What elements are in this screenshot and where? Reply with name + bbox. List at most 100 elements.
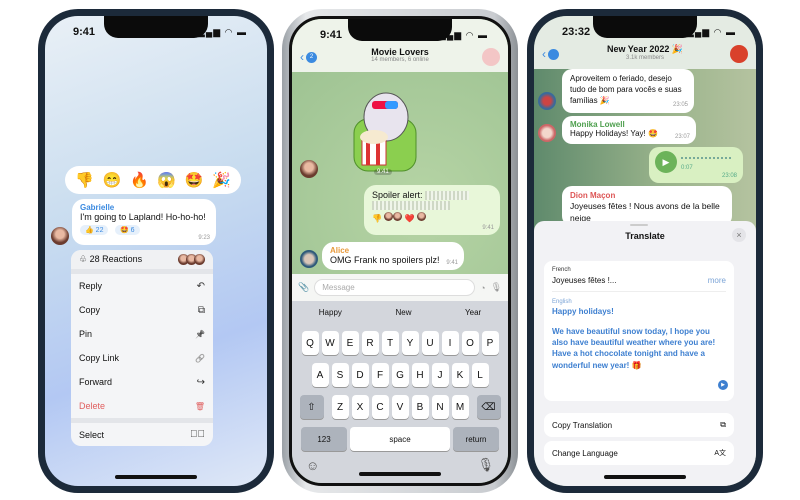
- group-avatar[interactable]: [730, 45, 748, 63]
- space-key[interactable]: space: [350, 427, 450, 451]
- suggestion[interactable]: New: [395, 308, 411, 317]
- key-v[interactable]: V: [391, 395, 409, 419]
- key-z[interactable]: Z: [331, 395, 349, 419]
- reaction-option[interactable]: 🔥: [130, 171, 149, 189]
- key-w[interactable]: W: [321, 331, 339, 355]
- avatar[interactable]: [300, 160, 318, 178]
- key-j[interactable]: J: [431, 363, 449, 387]
- key-p[interactable]: P: [481, 331, 499, 355]
- menu-item-delete[interactable]: Delete 🗑: [71, 394, 213, 418]
- key-c[interactable]: C: [371, 395, 389, 419]
- key-b[interactable]: B: [411, 395, 429, 419]
- avatar[interactable]: [538, 124, 556, 142]
- play-translation-icon[interactable]: ▶: [718, 380, 728, 390]
- reaction-emoji[interactable]: ❤️: [404, 214, 414, 223]
- backspace-key[interactable]: ⌫: [476, 395, 501, 419]
- reaction-option[interactable]: 🤩: [185, 171, 204, 189]
- key-n[interactable]: N: [431, 395, 449, 419]
- reaction-option[interactable]: 👎: [75, 171, 94, 189]
- composer: 📎 Message ◔ 🎙: [292, 274, 508, 301]
- spoiler-message[interactable]: Spoiler alert: 👎 ❤️ 9:41: [364, 185, 500, 235]
- key-f[interactable]: F: [371, 363, 389, 387]
- reaction-emoji[interactable]: 👎: [372, 214, 382, 223]
- message-input[interactable]: Message: [314, 279, 476, 296]
- home-indicator: [359, 472, 441, 476]
- menu-item-reply[interactable]: Reply ↶: [71, 274, 213, 298]
- reactions-summary[interactable]: ♧ 28 Reactions: [71, 250, 213, 274]
- group-avatar[interactable]: [482, 48, 500, 66]
- microphone-icon[interactable]: 🎙: [491, 282, 502, 293]
- cat-popcorn-sticker[interactable]: [334, 79, 426, 179]
- translated-title: Happy holidays!: [552, 307, 614, 316]
- reaction-option[interactable]: 😱: [157, 171, 176, 189]
- more-link[interactable]: more: [708, 276, 726, 285]
- back-button[interactable]: ‹ 2: [300, 50, 317, 64]
- key-y[interactable]: Y: [401, 331, 419, 355]
- sticker-icon[interactable]: ◔: [480, 283, 485, 293]
- menu-item-copy[interactable]: Copy ⧉: [71, 298, 213, 322]
- menu-item-select[interactable]: Select ✓⃝: [71, 418, 213, 446]
- change-language-button[interactable]: Change Language A文: [544, 441, 734, 465]
- key-l[interactable]: L: [471, 363, 489, 387]
- avatar[interactable]: [51, 227, 69, 245]
- option-label: Copy Translation: [552, 420, 613, 430]
- back-button[interactable]: ‹: [542, 47, 559, 61]
- message-bubble[interactable]: Dion Maçon Joyeuses fêtes ! Nous avons de…: [562, 186, 732, 226]
- notch: [104, 16, 208, 38]
- option-label: Change Language: [552, 448, 618, 458]
- keyboard: Happy New Year QWERTYUIOP ASDFGHJKL ⇧ ZX…: [292, 301, 508, 483]
- reaction-option[interactable]: 🎉: [212, 171, 231, 189]
- shift-key[interactable]: ⇧: [299, 395, 324, 419]
- voice-message[interactable]: ▶ 0:07 23:08: [649, 147, 743, 183]
- emoji-icon[interactable]: ☺: [306, 458, 319, 473]
- key-q[interactable]: Q: [301, 331, 319, 355]
- copy-icon: ⧉: [720, 420, 726, 429]
- avatar[interactable]: [538, 92, 556, 110]
- attach-icon[interactable]: 📎: [298, 282, 309, 293]
- suggestions-bar: Happy New Year: [292, 301, 508, 323]
- key-t[interactable]: T: [381, 331, 399, 355]
- key-h[interactable]: H: [411, 363, 429, 387]
- close-icon[interactable]: ×: [732, 228, 746, 242]
- key-x[interactable]: X: [351, 395, 369, 419]
- key-e[interactable]: E: [341, 331, 359, 355]
- key-a[interactable]: A: [311, 363, 329, 387]
- key-i[interactable]: I: [441, 331, 459, 355]
- dictation-icon[interactable]: 🎙: [477, 457, 494, 473]
- suggestion[interactable]: Happy: [319, 308, 342, 317]
- reaction-chip[interactable]: 🤩 6: [114, 225, 140, 235]
- target-language[interactable]: English: [552, 299, 726, 305]
- translated-text: We have beautiful snow today, I hope you…: [552, 327, 716, 370]
- copy-translation-button[interactable]: Copy Translation ⧉: [544, 413, 734, 437]
- menu-label: Delete: [79, 401, 106, 411]
- key-k[interactable]: K: [451, 363, 469, 387]
- reaction-chip[interactable]: 👍 22: [80, 225, 109, 235]
- numbers-key[interactable]: 123: [301, 427, 347, 451]
- key-r[interactable]: R: [361, 331, 379, 355]
- menu-item-pin[interactable]: Pin 📌: [71, 322, 213, 346]
- key-o[interactable]: O: [461, 331, 479, 355]
- key-u[interactable]: U: [421, 331, 439, 355]
- key-s[interactable]: S: [331, 363, 349, 387]
- sheet-grabber[interactable]: [630, 224, 648, 226]
- key-g[interactable]: G: [391, 363, 409, 387]
- message-bubble[interactable]: Monika Lowell Happy Holidays! Yay! 🤩 23:07: [562, 116, 696, 144]
- key-d[interactable]: D: [351, 363, 369, 387]
- return-key[interactable]: return: [453, 427, 499, 451]
- menu-item-copy-link[interactable]: Copy Link 🔗: [71, 346, 213, 370]
- reaction-emoji: 🤩: [119, 227, 129, 234]
- message-bubble[interactable]: Aproveitem o feriado, desejo tudo de bom…: [562, 69, 694, 113]
- spoiler-hidden-text[interactable]: [372, 201, 450, 211]
- key-m[interactable]: M: [451, 395, 469, 419]
- menu-item-forward[interactable]: Forward ↪: [71, 370, 213, 394]
- reaction-count: 6: [130, 227, 135, 234]
- alice-message[interactable]: Alice OMG Frank no spoilers plz! 9:41: [322, 242, 464, 270]
- spoiler-hidden-text[interactable]: [425, 191, 470, 201]
- reaction-option[interactable]: 😁: [103, 171, 122, 189]
- avatar[interactable]: [300, 250, 318, 268]
- status-time: 9:41: [320, 29, 343, 41]
- translate-icon: A文: [714, 450, 726, 457]
- suggestion[interactable]: Year: [465, 308, 481, 317]
- message-bubble[interactable]: Gabrielle I'm going to Lapland! Ho-ho-ho…: [72, 199, 216, 245]
- play-icon[interactable]: ▶: [655, 151, 677, 173]
